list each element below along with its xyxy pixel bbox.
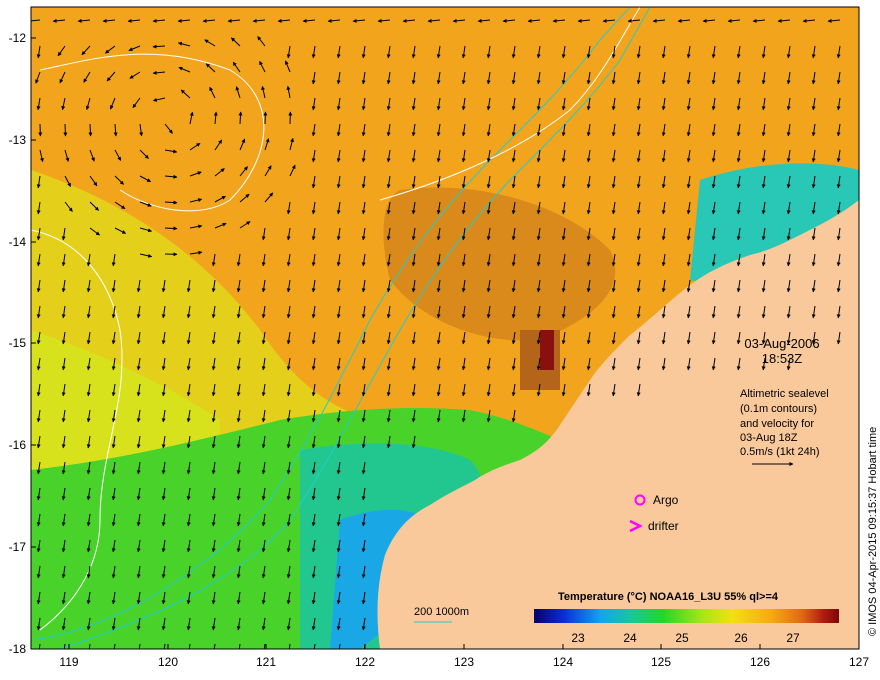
- x-tick-label: 124: [553, 655, 573, 669]
- y-tick-label: -14: [9, 235, 27, 249]
- note-line-2: (0.1m contours): [740, 403, 817, 415]
- hot-spot: [540, 330, 554, 370]
- sst-map: -12 -13 -14 -15 -16 -17 -18 119 120 121 …: [9, 6, 879, 669]
- x-tick-label: 122: [355, 655, 375, 669]
- colorbar-tick: 27: [786, 631, 800, 645]
- note-line-1: Altimetric sealevel: [740, 388, 829, 400]
- date-line-1: 03-Aug-2006: [744, 336, 819, 351]
- y-tick-label: -17: [9, 540, 27, 554]
- drifter-label: drifter: [648, 519, 679, 533]
- sst-field: [31, 7, 859, 649]
- note-line-3: and velocity for: [740, 418, 814, 430]
- y-tick-label: -16: [9, 438, 27, 452]
- note-line-4: 03-Aug 18Z: [740, 432, 798, 444]
- velocity-arrow: [63, 123, 68, 137]
- colorbar-tick: 26: [734, 631, 748, 645]
- velocity-arrow: [88, 123, 93, 137]
- x-tick-label: 127: [849, 655, 869, 669]
- argo-label: Argo: [653, 493, 679, 507]
- x-tick-label: 125: [651, 655, 671, 669]
- colorbar-title: Temperature (°C) NOAA16_L3U 55% ql>=4: [558, 591, 779, 603]
- colorbar-gradient: [534, 609, 839, 623]
- y-tick-label: -13: [9, 133, 27, 147]
- y-tick-label: -12: [9, 31, 27, 45]
- y-tick-label: -18: [9, 642, 27, 656]
- x-tick-label: 121: [256, 655, 276, 669]
- colorbar-tick: 25: [675, 631, 689, 645]
- colorbar-tick: 23: [571, 631, 585, 645]
- velocity-arrow: [238, 111, 243, 125]
- note-line-5: 0.5m/s (1kt 24h): [740, 446, 819, 458]
- y-tick-label: -15: [9, 336, 27, 350]
- date-line-2: 18:53Z: [762, 351, 803, 366]
- bathy-legend-label: 200 1000m: [414, 606, 469, 618]
- velocity-arrow: [263, 111, 268, 125]
- velocity-arrow: [164, 226, 178, 231]
- x-tick-label: 119: [59, 655, 78, 669]
- x-tick-label: 120: [158, 655, 178, 669]
- credit-text: © IMOS 04-Apr-2015 09:15:37 Hobart time: [867, 427, 879, 636]
- x-tick-label: 126: [750, 655, 770, 669]
- colorbar-tick: 24: [623, 631, 637, 645]
- velocity-arrow: [164, 200, 178, 205]
- x-tick-label: 123: [454, 655, 474, 669]
